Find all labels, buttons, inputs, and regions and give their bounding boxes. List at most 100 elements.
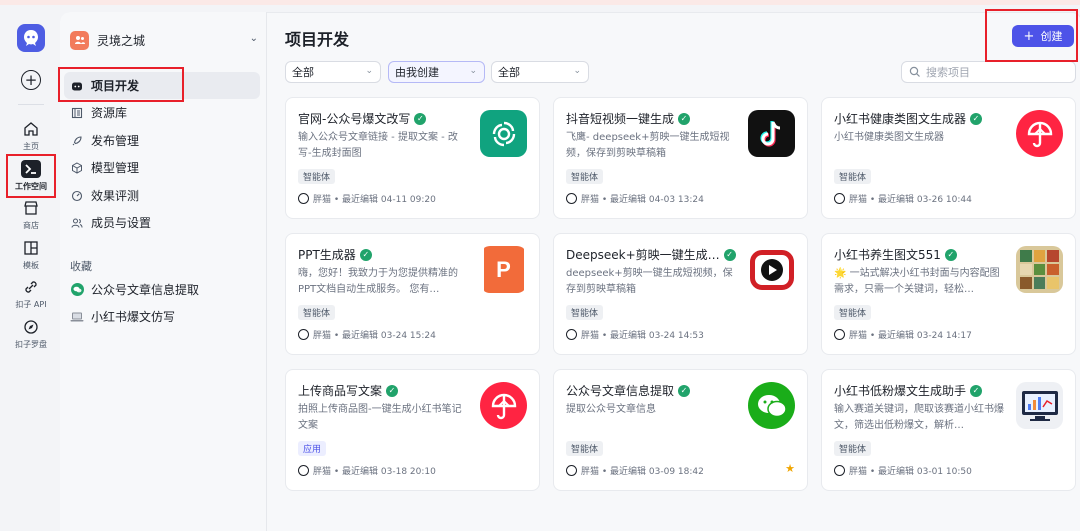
project-meta: 胖猫 • 最近编辑 04-03 13:24 (566, 192, 704, 205)
favorite-item-xhs-rewrite[interactable]: 小红书爆文仿写 (64, 303, 260, 330)
verified-check-icon: ✓ (678, 384, 691, 397)
rail-item-templates[interactable]: 模板 (0, 239, 62, 271)
project-description: 输入公众号文章链接 - 提取文案 - 改写-生成封面图 (298, 132, 458, 159)
project-type-badge: 智能体 (298, 305, 336, 320)
status-filter-select[interactable]: 全部 ⌄ (491, 61, 589, 83)
page-title: 项目开发 (285, 30, 350, 49)
project-description: deepseek+剪映一键生成短视频，保存到剪映草稿箱 (566, 268, 733, 295)
sidebar-item-label: 发布管理 (91, 134, 140, 148)
sidebar-item-label: 效果评测 (91, 189, 140, 203)
workspace-switcher[interactable]: 灵境之城 ⌄ (70, 29, 260, 51)
favorite-item-label: 公众号文章信息提取 (91, 283, 200, 297)
owner-avatar (298, 193, 309, 204)
rail-item-label: 扣子罗盘 (15, 340, 47, 349)
sidebar-item-label: 模型管理 (91, 161, 140, 175)
sidebar-item-evaluation[interactable]: 效果评测 (64, 182, 260, 209)
sidebar-item-label: 成员与设置 (91, 216, 152, 230)
bot-icon (70, 79, 84, 93)
project-card[interactable]: 小红书养生图文551 ✓ 🌟 一站式解决小红书封面与内容配图需求，只需一个关键词，轻… (821, 233, 1076, 355)
tiktok-icon (748, 110, 795, 157)
favorite-star-icon[interactable]: ★ (785, 462, 795, 475)
rail-item-workspace[interactable]: 工作空间 (0, 160, 62, 192)
project-card[interactable]: 官网-公众号爆文改写 ✓ 输入公众号文章链接 - 提取文案 - 改写-生成封面图 智能… (285, 97, 540, 219)
project-title-row: Deepseek+剪映一键生成… ✓ (566, 246, 736, 263)
collage-icon (1016, 246, 1063, 293)
compass-icon (22, 318, 40, 336)
chevron-down-icon: ⌄ (573, 66, 581, 76)
rail-item-label: 主页 (23, 142, 39, 151)
search-placeholder: 搜索项目 (926, 66, 970, 79)
sidebar-item-publish[interactable]: 发布管理 (64, 127, 260, 154)
verified-check-icon: ✓ (414, 112, 427, 125)
project-title-row: 小红书低粉爆文生成助手 ✓ (834, 382, 983, 399)
create-button-label: 创建 (1040, 30, 1063, 43)
team-icon (70, 30, 89, 50)
project-card[interactable]: 上传商品写文案 ✓ 拍照上传商品图-一键生成小红书笔记文案 应用 胖猫 • 最近编辑 0… (285, 369, 540, 491)
project-description: 🌟 一站式解决小红书封面与内容配图需求，只需一个关键词，轻松… (834, 268, 1000, 295)
sidebar-item-members[interactable]: 成员与设置 (64, 209, 260, 236)
project-card[interactable]: 公众号文章信息提取 ✓ 提取公众号文章信息 智能体 胖猫 • 最近编辑 03-09 18… (553, 369, 808, 491)
rail-item-api[interactable]: 扣子 API (0, 278, 62, 310)
monitor-icon (1016, 382, 1063, 429)
verified-check-icon: ✓ (359, 248, 372, 261)
creator-filter-select[interactable]: 由我创建 ⌄ (388, 61, 485, 83)
ppt-icon: P (480, 246, 527, 293)
project-title: 小红书低粉爆文生成助手 (834, 384, 967, 398)
status-filter-value: 全部 (498, 66, 520, 79)
link-icon (22, 278, 40, 296)
project-description: 输入赛道关键词，爬取该赛道小红书爆文，筛选出低粉爆文，解析… (834, 404, 1004, 431)
rail-item-label: 扣子 API (15, 300, 47, 309)
template-icon (22, 239, 40, 257)
cube-icon (70, 161, 84, 175)
project-title: 上传商品写文案 (298, 384, 383, 398)
creator-filter-value: 由我创建 (395, 66, 439, 79)
type-filter-value: 全部 (292, 66, 314, 79)
verified-check-icon: ✓ (970, 384, 983, 397)
sidebar-item-models[interactable]: 模型管理 (64, 154, 260, 181)
sidebar-item-projects[interactable]: 项目开发 (64, 72, 260, 99)
project-type-badge: 智能体 (566, 169, 604, 184)
project-card[interactable]: 抖音短视频一键生成 ✓ 飞鹰- deepseek+剪映一键生成短视频，保存到剪映草稿… (553, 97, 808, 219)
project-title: 小红书养生图文551 (834, 248, 941, 262)
project-card[interactable]: 小红书健康类图文生成器 ✓ 小红书健康类图文生成器 智能体 胖猫 • 最近编辑 03-2… (821, 97, 1076, 219)
verified-check-icon: ✓ (723, 248, 736, 261)
chevron-down-icon: ⌄ (249, 33, 258, 44)
favorite-item-article-extract[interactable]: 公众号文章信息提取 (64, 276, 260, 303)
rail-item-home[interactable]: 主页 (0, 120, 62, 152)
owner-avatar (566, 329, 577, 340)
project-description: 提取公众号文章信息 (566, 404, 656, 415)
project-card[interactable]: 小红书低粉爆文生成助手 ✓ 输入赛道关键词，爬取该赛道小红书爆文，筛选出低粉爆文，解… (821, 369, 1076, 491)
window-top-strip (0, 0, 1080, 5)
chatgpt-icon (480, 110, 527, 157)
project-title-row: 官网-公众号爆文改写 ✓ (298, 110, 427, 127)
rail-item-compass[interactable]: 扣子罗盘 (0, 318, 62, 350)
project-meta-text: 胖猫 • 最近编辑 03-26 10:44 (849, 195, 972, 205)
project-meta: 胖猫 • 最近编辑 03-24 14:17 (834, 328, 972, 341)
project-title-row: 小红书养生图文551 ✓ (834, 246, 957, 263)
umbrella-icon (1016, 110, 1063, 157)
verified-check-icon: ✓ (678, 112, 691, 125)
verified-check-icon: ✓ (386, 384, 399, 397)
umbrella-icon (480, 382, 527, 429)
project-type-badge: 智能体 (834, 169, 872, 184)
type-filter-select[interactable]: 全部 ⌄ (285, 61, 381, 83)
sidebar-item-library[interactable]: 资源库 (64, 99, 260, 126)
project-meta-text: 胖猫 • 最近编辑 04-03 13:24 (581, 195, 704, 205)
project-title: Deepseek+剪映一键生成… (566, 248, 720, 262)
project-description: 飞鹰- deepseek+剪映一键生成短视频，保存到剪映草稿箱 (566, 132, 730, 159)
new-plus-icon[interactable]: + (21, 70, 41, 90)
project-type-badge: 智能体 (834, 441, 872, 456)
project-meta: 胖猫 • 最近编辑 04-11 09:20 (298, 192, 436, 205)
project-card[interactable]: Deepseek+剪映一键生成… ✓ deepseek+剪映一键生成短视频，保存到剪… (553, 233, 808, 355)
project-title: 官网-公众号爆文改写 (298, 112, 411, 126)
project-meta-text: 胖猫 • 最近编辑 03-24 14:53 (581, 331, 704, 341)
project-description: 拍照上传商品图-一键生成小红书笔记文案 (298, 404, 462, 431)
app-logo[interactable] (17, 24, 45, 52)
project-meta: 胖猫 • 最近编辑 03-24 14:53 (566, 328, 704, 341)
create-button[interactable]: + 创建 (1012, 25, 1074, 47)
project-card[interactable]: PPT生成器 ✓ 嗨，您好！我致力于为您提供精准的PPT文档自动生成服务。 您有… 智… (285, 233, 540, 355)
search-input[interactable]: 搜索项目 (901, 61, 1076, 83)
project-type-badge: 智能体 (566, 441, 604, 456)
rail-item-store[interactable]: 商店 (0, 199, 62, 231)
chevron-down-icon: ⌄ (365, 66, 373, 76)
